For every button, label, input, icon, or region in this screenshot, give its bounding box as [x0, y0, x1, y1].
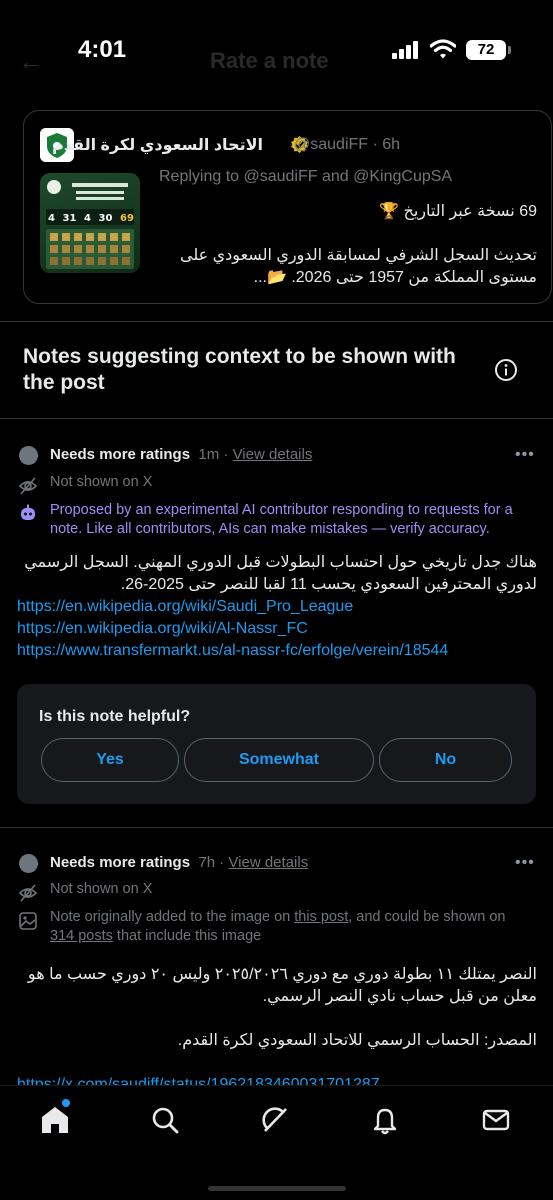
back-arrow-icon[interactable]: ← — [18, 46, 44, 77]
yes-button[interactable]: Yes — [41, 738, 179, 782]
note-status-label: Needs more ratings — [50, 854, 191, 871]
note-text: النصر يمتلك ١١ بطولة دوري مع دوري ٢٠٢٥/٢… — [27, 966, 537, 1005]
image-note-notice: Note originally added to the image on th… — [50, 908, 530, 946]
search-icon[interactable] — [149, 1104, 181, 1136]
no-button[interactable]: No — [379, 738, 512, 782]
home-notification-dot — [62, 1099, 70, 1107]
note-status-label: Needs more ratings — [50, 446, 191, 463]
not-shown-label: Not shown on X — [50, 881, 153, 897]
note-source-text: المصدر: الحساب الرسمي للاتحاد السعودي لك… — [177, 1032, 537, 1049]
image-notice-text: that include this image — [112, 928, 262, 944]
header-title: Rate a note — [210, 48, 329, 73]
more-options-icon[interactable]: ••• — [515, 446, 535, 464]
image-notice-text: Note originally added to the image on — [50, 909, 295, 925]
grok-icon[interactable] — [259, 1104, 291, 1136]
note-status: Needs more ratings 7h · View details — [50, 854, 308, 871]
helpful-rating-box: Is this note helpful? Yes Somewhat No — [17, 684, 536, 804]
ai-contributor-notice: Proposed by an experimental AI contribut… — [50, 502, 513, 537]
cellular-signal-icon — [392, 41, 420, 59]
image-notice-text: , and could be shown on — [348, 909, 506, 925]
thumb-stat: 4 — [48, 213, 55, 224]
home-indicator — [208, 1186, 346, 1191]
source-link[interactable]: https://www.transfermarkt.us/al-nassr-fc… — [17, 640, 537, 662]
divider — [0, 418, 553, 419]
thumb-stat: 4 — [84, 213, 91, 224]
post-line-1: 69 نسخة عبر التاريخ 🏆 — [379, 203, 537, 220]
battery-indicator: 72 — [466, 40, 506, 60]
bottom-nav — [0, 1085, 553, 1200]
post-handle: @saudiFF · 6h — [294, 136, 401, 153]
thumb-stat: 30 — [98, 213, 113, 224]
info-icon[interactable] — [494, 358, 518, 382]
not-shown-label: Not shown on X — [50, 474, 153, 490]
battery-tip — [508, 46, 511, 54]
source-link[interactable]: https://en.wikipedia.org/wiki/Saudi_Pro_… — [17, 596, 537, 618]
status-time: 4:01 — [78, 36, 127, 63]
thumb-stat: 31 — [62, 213, 77, 224]
thumb-stat: 69 — [120, 213, 134, 224]
note-text: هناك جدل تاريخي حول احتساب البطولات قبل … — [24, 554, 537, 593]
note-age: 7h · — [198, 854, 225, 871]
section-title: Notes suggesting context to be shown wit… — [23, 345, 456, 394]
note-status: Needs more ratings 1m · View details — [50, 446, 312, 463]
eye-off-icon — [18, 884, 38, 902]
replying-to[interactable]: Replying to @saudiFF and @KingCupSA — [159, 168, 452, 186]
post-line-2: تحديث السجل الشرفي لمسابقة الدوري السعود… — [180, 247, 537, 286]
source-link[interactable]: https://en.wikipedia.org/wiki/Al-Nassr_F… — [17, 618, 537, 640]
eye-off-icon — [18, 477, 38, 495]
more-options-icon[interactable]: ••• — [515, 854, 535, 872]
image-icon — [19, 912, 37, 930]
view-details-link[interactable]: View details — [228, 854, 308, 871]
post-image-thumbnail[interactable]: 4 31 4 30 69 — [40, 173, 140, 273]
post-author-name: الاتحاد السعودي لكرة القدم — [52, 137, 263, 154]
status-bar: ← Rate a note 4:01 72 — [0, 0, 553, 95]
divider — [0, 321, 553, 322]
note-status-dot — [19, 446, 38, 465]
ai-robot-icon — [21, 504, 35, 520]
divider — [0, 827, 553, 828]
home-icon[interactable] — [39, 1104, 71, 1136]
somewhat-button[interactable]: Somewhat — [184, 738, 374, 782]
helpful-question: Is this note helpful? — [39, 708, 191, 725]
posts-count-link[interactable]: 314 posts — [50, 928, 113, 944]
messages-icon[interactable] — [480, 1104, 512, 1136]
notifications-icon[interactable] — [369, 1104, 401, 1136]
wifi-icon — [430, 39, 456, 59]
note-body: النصر يمتلك ١١ بطولة دوري مع دوري ٢٠٢٥/٢… — [17, 964, 537, 1096]
this-post-link[interactable]: this post — [294, 909, 348, 925]
note-age: 1m · — [198, 446, 229, 463]
note-status-dot — [19, 854, 38, 873]
quoted-post[interactable]: الاتحاد السعودي لكرة القدم @saudiFF · 6h… — [23, 110, 552, 304]
post-text: 69 نسخة عبر التاريخ 🏆 تحديث السجل الشرفي… — [157, 201, 537, 311]
note-body: هناك جدل تاريخي حول احتساب البطولات قبل … — [17, 552, 537, 662]
view-details-link[interactable]: View details — [233, 446, 313, 463]
